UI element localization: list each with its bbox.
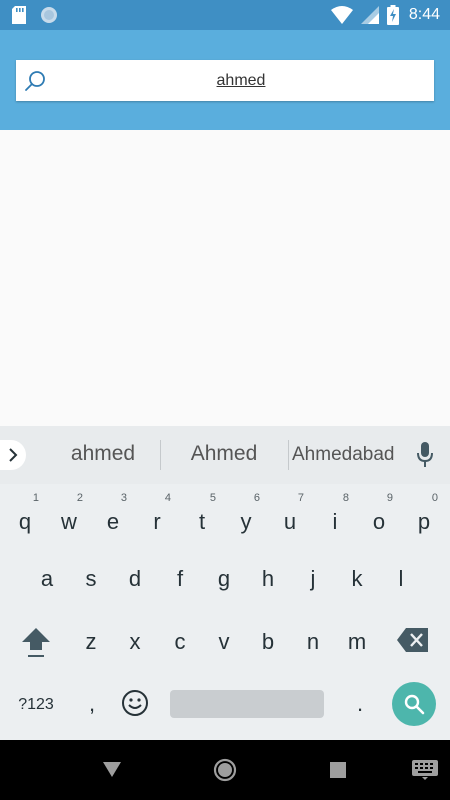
wifi-icon — [330, 6, 353, 24]
status-bar: 8:44 — [0, 0, 450, 30]
key-u[interactable]: 7u — [270, 488, 310, 544]
suggestion-bar: ahmed Ahmed Ahmedabad — [0, 426, 450, 484]
key-j[interactable]: j — [293, 551, 333, 607]
period-key[interactable]: . — [346, 684, 374, 724]
cell-signal-icon — [360, 6, 379, 24]
results-area — [0, 130, 450, 426]
sd-card-icon — [12, 6, 26, 24]
key-i[interactable]: 8i — [315, 488, 355, 544]
key-b[interactable]: b — [248, 614, 288, 670]
search-box[interactable] — [16, 60, 434, 101]
symbols-key[interactable]: ?123 — [10, 690, 62, 720]
key-z[interactable]: z — [71, 614, 111, 670]
space-key[interactable] — [170, 690, 324, 718]
key-k[interactable]: k — [337, 551, 377, 607]
key-l[interactable]: l — [381, 551, 421, 607]
key-d[interactable]: d — [115, 551, 155, 607]
key-q[interactable]: 1q — [5, 488, 45, 544]
comma-key[interactable]: , — [78, 684, 106, 724]
emoji-icon[interactable] — [120, 688, 150, 718]
suggestion-1[interactable]: ahmed — [52, 442, 154, 466]
recents-icon[interactable] — [330, 762, 346, 778]
key-a[interactable]: a — [27, 551, 67, 607]
backspace-icon[interactable] — [396, 626, 430, 654]
key-s[interactable]: s — [71, 551, 111, 607]
suggestion-divider — [160, 440, 161, 470]
key-o[interactable]: 9o — [359, 488, 399, 544]
key-v[interactable]: v — [204, 614, 244, 670]
navigation-bar — [0, 740, 450, 800]
app-bar — [0, 30, 450, 130]
home-icon[interactable] — [213, 758, 237, 782]
suggestion-2[interactable]: Ahmed — [170, 442, 278, 466]
key-w[interactable]: 2w — [49, 488, 89, 544]
key-r[interactable]: 4r — [137, 488, 177, 544]
search-icon[interactable] — [24, 70, 46, 92]
battery-charging-icon — [386, 5, 399, 25]
key-h[interactable]: h — [248, 551, 288, 607]
key-y[interactable]: 6y — [226, 488, 266, 544]
key-e[interactable]: 3e — [93, 488, 133, 544]
keyboard-toolbar-toggle[interactable] — [0, 440, 26, 470]
key-x[interactable]: x — [115, 614, 155, 670]
keyboard-switch-icon[interactable] — [412, 760, 438, 780]
status-time: 8:44 — [408, 6, 440, 23]
search-input[interactable] — [56, 60, 426, 101]
key-f[interactable]: f — [160, 551, 200, 607]
key-c[interactable]: c — [160, 614, 200, 670]
key-t[interactable]: 5t — [182, 488, 222, 544]
search-action-key[interactable] — [392, 682, 436, 726]
chevron-right-icon — [9, 448, 18, 462]
key-n[interactable]: n — [293, 614, 333, 670]
back-icon[interactable] — [103, 762, 121, 778]
shift-icon[interactable] — [18, 622, 54, 662]
microphone-icon[interactable] — [416, 442, 434, 468]
suggestion-3[interactable]: Ahmedabad — [292, 444, 394, 466]
key-m[interactable]: m — [337, 614, 377, 670]
sync-circle-icon — [41, 7, 57, 23]
search-icon — [404, 694, 425, 715]
suggestion-divider — [288, 440, 289, 470]
keyboard: ahmed Ahmed Ahmedabad 1q 2w 3e 4r 5t 6y … — [0, 426, 450, 740]
key-g[interactable]: g — [204, 551, 244, 607]
key-p[interactable]: 0p — [404, 488, 444, 544]
